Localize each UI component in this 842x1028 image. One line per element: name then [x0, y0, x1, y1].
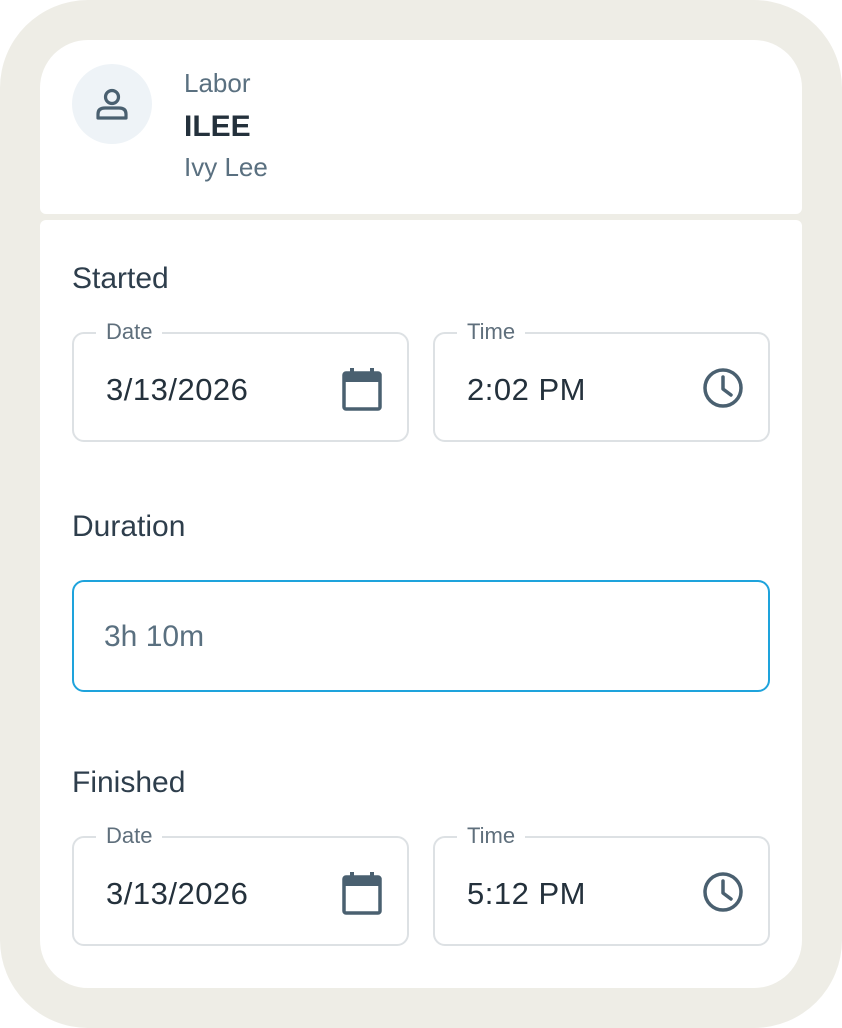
duration-input[interactable]	[104, 612, 724, 662]
calendar-icon[interactable]	[340, 870, 384, 921]
clock-icon[interactable]	[701, 870, 745, 919]
finished-date-legend: Date	[96, 821, 163, 851]
started-date-field[interactable]: Date 3/13/2026	[72, 317, 409, 442]
duration-label: Duration	[72, 510, 186, 543]
started-date-value: 3/13/2026	[106, 372, 249, 407]
finished-date-field[interactable]: Date 3/13/2026	[72, 821, 409, 946]
labor-header-card	[40, 40, 802, 214]
person-icon	[96, 88, 128, 120]
started-time-legend: Time	[457, 317, 526, 347]
finished-time-field[interactable]: Time 5:12 PM	[433, 821, 770, 946]
labor-name: Ivy Lee	[184, 152, 268, 182]
duration-field[interactable]	[72, 580, 770, 692]
finished-date-value: 3/13/2026	[106, 876, 249, 911]
started-time-value: 2:02 PM	[467, 372, 586, 407]
started-time-field[interactable]: Time 2:02 PM	[433, 317, 770, 442]
finished-label: Finished	[72, 766, 186, 799]
labor-code: ILEE	[184, 110, 251, 143]
calendar-icon[interactable]	[340, 366, 384, 417]
started-label: Started	[72, 262, 169, 295]
started-date-legend: Date	[96, 317, 163, 347]
finished-time-legend: Time	[457, 821, 526, 851]
clock-icon[interactable]	[701, 366, 745, 415]
avatar	[72, 64, 152, 144]
finished-time-value: 5:12 PM	[467, 876, 586, 911]
labor-category: Labor	[184, 68, 251, 98]
